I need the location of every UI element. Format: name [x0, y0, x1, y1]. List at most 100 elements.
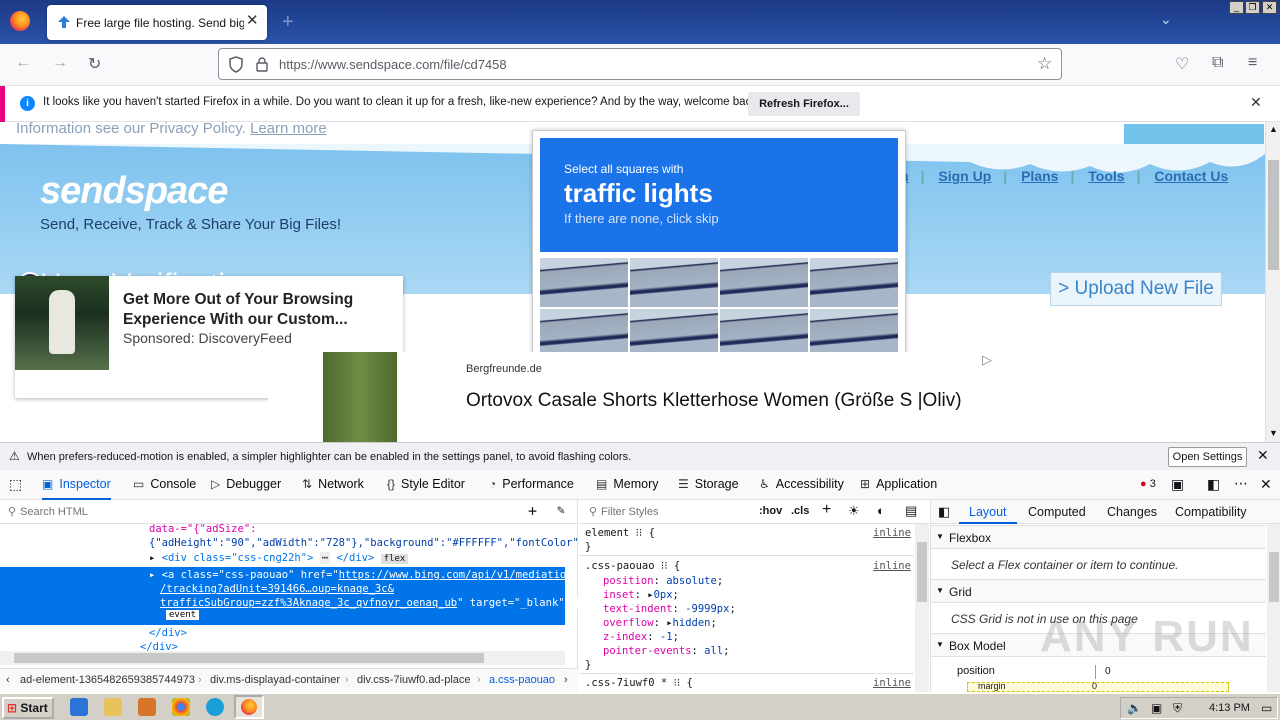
refresh-firefox-button[interactable]: Refresh Firefox... [748, 92, 860, 116]
reload-icon[interactable]: ↻ [88, 54, 101, 74]
box-model-margin-value[interactable]: 0 [1092, 681, 1097, 691]
captcha-tile[interactable] [810, 258, 898, 307]
tab-debugger[interactable]: ▷ Debugger [211, 477, 281, 491]
breadcrumb-left-icon[interactable]: ‹ [6, 674, 10, 686]
close-window-button[interactable]: ✕ [1262, 1, 1277, 14]
forward-arrow-icon[interactable]: → [52, 54, 68, 72]
tab-application[interactable]: ⊞ Application [860, 477, 937, 491]
grid-section-header[interactable]: ▼ Grid [931, 579, 1266, 603]
captcha-tile[interactable] [720, 309, 808, 358]
breadcrumb-right-icon[interactable]: › [564, 674, 568, 686]
flex-badge[interactable]: flex [380, 554, 409, 564]
close-icon[interactable]: ✕ [1257, 447, 1269, 464]
scrollbar-thumb[interactable] [1268, 160, 1279, 270]
tab-network[interactable]: ⇅ Network [302, 477, 364, 491]
tab-accessibility[interactable]: ♿ Accessibility [759, 477, 844, 491]
add-node-icon[interactable]: + [528, 502, 537, 520]
light-mode-icon[interactable]: ☀ [848, 503, 860, 519]
close-devtools-icon[interactable]: ✕ [1260, 476, 1272, 493]
tab-performance[interactable]: ◔ Performance [489, 477, 574, 491]
eyedropper-icon[interactable]: ✎ [557, 503, 565, 518]
tab-inspector[interactable]: ▣ Inspector [42, 477, 111, 500]
search-html-input[interactable] [20, 503, 500, 521]
css-declaration[interactable]: text-indent: -9999px; [603, 603, 736, 615]
horizontal-scrollbar[interactable] [0, 651, 565, 665]
filter-styles-input[interactable] [601, 503, 751, 521]
ad-product-title[interactable]: Ortovox Casale Shorts Kletterhose Women … [466, 388, 966, 414]
start-button[interactable]: ⊞ Start [2, 697, 54, 719]
css-declaration[interactable]: position: absolute; [603, 575, 723, 587]
class-toggle[interactable]: .cls [791, 505, 809, 517]
captcha-tile[interactable] [630, 309, 718, 358]
shield-icon[interactable] [228, 56, 244, 73]
layout-scrollbar[interactable] [1267, 524, 1280, 692]
dock-icon[interactable]: ◧ [1207, 476, 1220, 493]
open-settings-button[interactable]: Open Settings [1168, 447, 1247, 467]
tab-storage[interactable]: ☰ Storage [678, 477, 739, 491]
captcha-tile[interactable] [720, 258, 808, 307]
nav-link-contact[interactable]: Contact Us [1154, 168, 1228, 184]
css-declaration[interactable]: inset: ▸0px; [603, 589, 679, 601]
tab-memory[interactable]: ▤ Memory [596, 477, 659, 491]
tab-console[interactable]: ▭ Console [133, 477, 196, 491]
sponsored-title[interactable]: Get More Out of Your Browsing Experience… [123, 290, 393, 330]
captcha-tile[interactable] [540, 309, 628, 358]
extensions-icon[interactable]: ⧉ [1212, 54, 1223, 72]
clock[interactable]: 4:13 PM [1209, 702, 1250, 714]
flexbox-section-header[interactable]: ▼ Flexbox [931, 525, 1266, 549]
breadcrumb-item[interactable]: div.css-7iuwf0.ad-place [357, 674, 471, 686]
explorer-icon[interactable] [104, 698, 122, 716]
scrollbar-thumb[interactable] [1269, 552, 1279, 602]
show-desktop-icon[interactable]: ▭ [1261, 701, 1272, 715]
new-tab-icon[interactable]: + [282, 11, 294, 34]
volume-icon[interactable]: 🔈 [1127, 701, 1142, 715]
browser-tab[interactable]: Free large file hosting. Send big file ✕ [47, 5, 267, 40]
css-declaration[interactable]: overflow: ▸hidden; [603, 617, 717, 629]
rule-source-link[interactable]: inline [873, 527, 911, 539]
box-model-position-value[interactable]: 0 [1105, 666, 1111, 677]
lock-icon[interactable] [256, 57, 268, 72]
href-link[interactable]: /tracking?adUnit=391466…oup=knaqe_3c& [160, 583, 394, 595]
nav-link-tools[interactable]: Tools [1088, 168, 1124, 184]
event-badge[interactable]: event [166, 610, 200, 620]
css-declaration[interactable]: z-index: -1; [603, 631, 679, 643]
upload-new-file-button[interactable]: > Upload New File [1050, 272, 1222, 306]
hover-state-toggle[interactable]: :hov [759, 505, 782, 517]
collapsed-ellipsis[interactable]: ⋯ [319, 552, 331, 564]
url-bar[interactable]: https://www.sendspace.com/file/cd7458 ☆ [218, 48, 1062, 80]
tab-close-icon[interactable]: ✕ [246, 11, 259, 29]
close-icon[interactable]: ✕ [1250, 94, 1262, 111]
add-rule-icon[interactable]: + [822, 501, 831, 519]
adchoices-icon[interactable]: ▷ [982, 352, 992, 368]
href-link[interactable]: trafficSubGroup=zzf%3Aknaqe_3c_qvfnoyr_o… [160, 597, 457, 609]
element-picker-icon[interactable]: ⬚ [9, 476, 22, 493]
hamburger-menu-icon[interactable]: ≡ [1248, 54, 1257, 72]
breadcrumb-item[interactable]: ad-element-13654826593857449​73 [20, 674, 195, 686]
toggle-pane-icon[interactable]: ◧ [938, 504, 950, 520]
scroll-down-icon[interactable]: ▼ [1269, 428, 1278, 438]
error-count-badge[interactable]: ● 3 [1140, 478, 1156, 490]
selected-node[interactable]: ▸ <a class="css-paouao" href="https://ww… [0, 567, 588, 625]
learn-more-link[interactable]: Learn more [250, 122, 327, 137]
captcha-tile[interactable] [540, 258, 628, 307]
restore-window-button[interactable]: ❐ [1245, 1, 1260, 14]
print-simulation-icon[interactable]: ▤ [905, 503, 917, 519]
responsive-design-icon[interactable]: ▣ [1171, 476, 1184, 493]
network-icon[interactable]: ▣ [1151, 701, 1162, 715]
dark-mode-icon[interactable]: ◐ [877, 503, 885, 518]
rule-source-link[interactable]: inline [873, 677, 911, 689]
pocket-icon[interactable]: ♡ [1175, 54, 1189, 74]
tab-computed[interactable]: Computed [1028, 505, 1086, 519]
firefox-taskbar-button[interactable] [234, 695, 264, 719]
list-all-tabs-icon[interactable]: ⌄ [1160, 11, 1172, 28]
chrome-icon[interactable] [172, 698, 190, 716]
security-icon[interactable]: ⛨ [1173, 701, 1182, 716]
rules-scrollbar[interactable] [915, 524, 929, 692]
captcha-tile[interactable] [810, 309, 898, 358]
tab-style-editor[interactable]: {} Style Editor [387, 477, 465, 491]
edge-icon[interactable] [206, 698, 224, 716]
tab-compatibility[interactable]: Compatibility [1175, 505, 1247, 519]
page-scrollbar[interactable]: ▲ ▼ [1265, 122, 1280, 442]
css-declaration[interactable]: pointer-events: all; [603, 645, 729, 657]
scroll-up-icon[interactable]: ▲ [1269, 124, 1278, 134]
